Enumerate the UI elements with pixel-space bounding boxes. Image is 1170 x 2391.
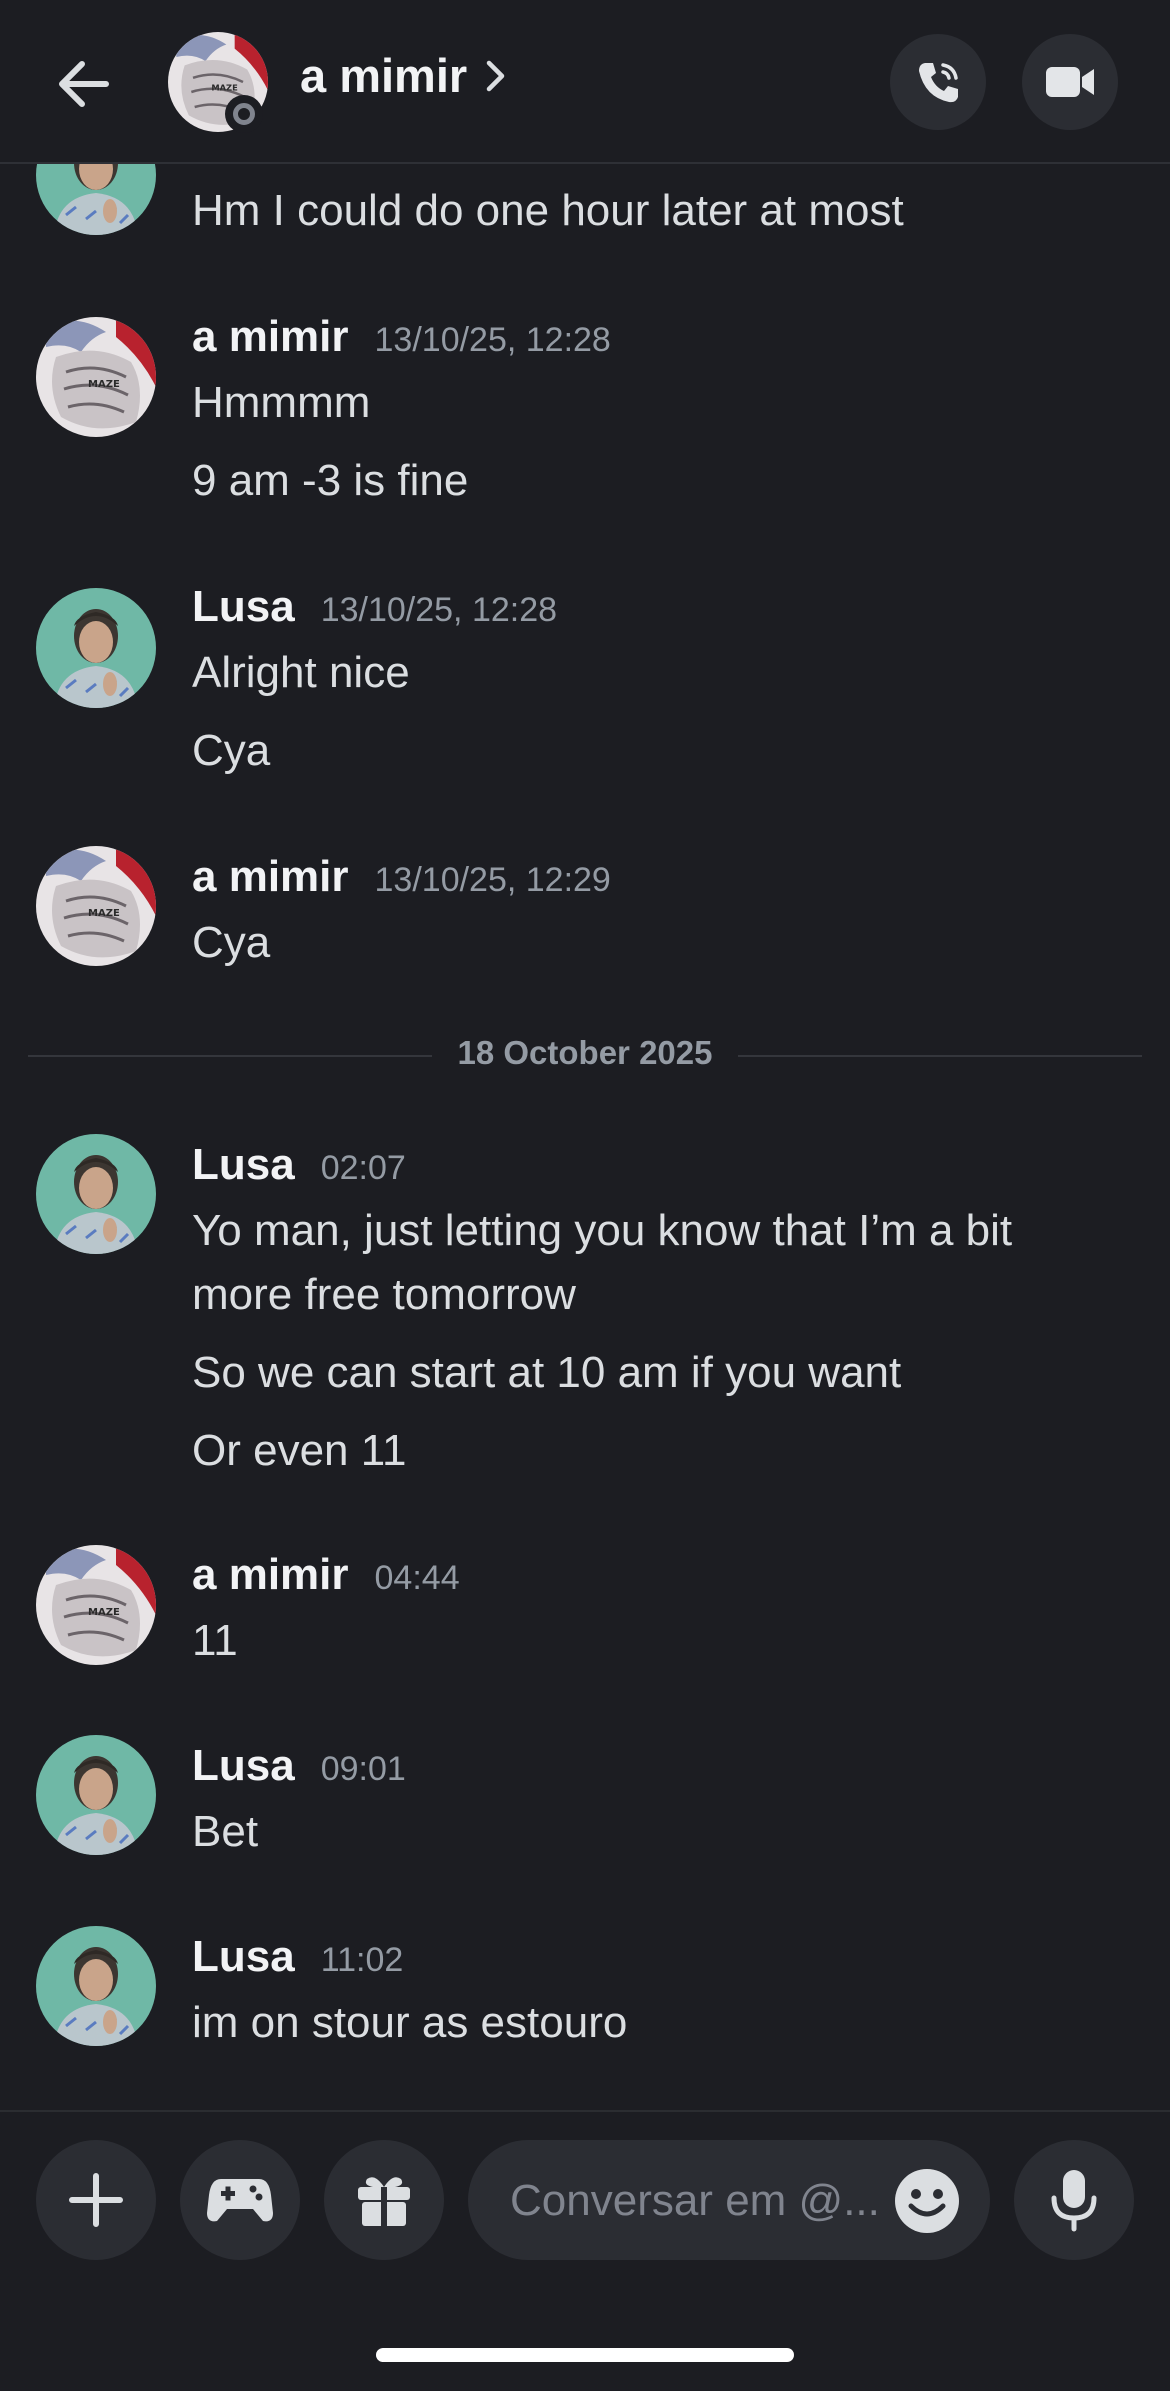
voice-call-button[interactable] (890, 34, 986, 130)
date-divider-label: 18 October 2025 (431, 1034, 739, 1071)
message-author[interactable]: Lusa (192, 582, 295, 632)
message-text: Yo man, just letting you know that I’m a… (192, 1206, 1013, 1255)
message-timestamp: 13/10/25, 12:29 (374, 861, 611, 899)
user-avatar[interactable] (36, 1134, 156, 1254)
arrow-left-icon (59, 61, 109, 107)
emoji-icon[interactable] (894, 2168, 960, 2234)
message-timestamp: 13/10/25, 12:28 (374, 321, 611, 359)
message-text: 11 (192, 1616, 238, 1665)
activities-button[interactable] (180, 2140, 300, 2260)
user-avatar[interactable] (36, 317, 156, 437)
gamepad-icon (207, 2179, 273, 2222)
chevron-right-icon (486, 60, 505, 91)
message-timestamp: 04:44 (374, 1559, 460, 1597)
channel-header: a mimir (0, 0, 1170, 164)
user-avatar[interactable] (36, 1545, 156, 1665)
message-text: Bet (192, 1807, 259, 1856)
message-text: 9 am -3 is fine (192, 456, 469, 505)
plus-icon (69, 2173, 123, 2227)
message-author[interactable]: a mimir (192, 312, 349, 362)
message-input-placeholder: Conversar em @... (510, 2176, 880, 2225)
back-button[interactable] (48, 48, 120, 120)
message-text: Or even 11 (192, 1426, 407, 1475)
message-text: Cya (192, 726, 271, 775)
message-text: So we can start at 10 am if you want (192, 1348, 902, 1397)
date-divider: 18 October 2025 (0, 1034, 1170, 1072)
video-call-button[interactable] (1022, 34, 1118, 130)
user-avatar[interactable] (36, 588, 156, 708)
user-avatar[interactable] (36, 846, 156, 966)
message-text: Hmmmm (192, 378, 371, 427)
message-author[interactable]: Lusa (192, 1741, 295, 1791)
message-author[interactable]: Lusa (192, 1140, 295, 1190)
voice-message-button[interactable] (1014, 2140, 1134, 2260)
message-text: Alright nice (192, 648, 410, 697)
channel-title-text: a mimir (300, 49, 468, 102)
message-list[interactable]: Hm I could do one hour later at most a m… (0, 0, 1170, 2110)
message-timestamp: 11:02 (320, 1941, 404, 1979)
message-text: im on stour as estouro (192, 1998, 628, 2047)
message-author[interactable]: a mimir (192, 1550, 349, 1600)
add-attachment-button[interactable] (36, 2140, 156, 2260)
offline-status-icon (225, 95, 263, 133)
phone-icon (919, 63, 958, 103)
gift-button[interactable] (324, 2140, 444, 2260)
message-author[interactable]: a mimir (192, 852, 349, 902)
user-avatar[interactable] (36, 1735, 156, 1855)
message-text: Cya (192, 918, 271, 967)
message-timestamp: 09:01 (320, 1750, 406, 1788)
message-input[interactable]: Conversar em @... (468, 2140, 990, 2260)
message-text: Hm I could do one hour later at most (192, 186, 904, 235)
video-camera-icon (1046, 67, 1094, 97)
gift-icon (358, 2177, 410, 2226)
home-indicator[interactable] (376, 2348, 794, 2362)
message-author[interactable]: Lusa (192, 1932, 295, 1982)
message-text: more free tomorrow (192, 1270, 576, 1319)
microphone-icon (1051, 2170, 1097, 2232)
message-timestamp: 13/10/25, 12:28 (320, 591, 558, 629)
user-avatar[interactable] (36, 1926, 156, 2046)
message-timestamp: 02:07 (320, 1149, 406, 1187)
channel-title[interactable]: a mimir (300, 48, 507, 103)
